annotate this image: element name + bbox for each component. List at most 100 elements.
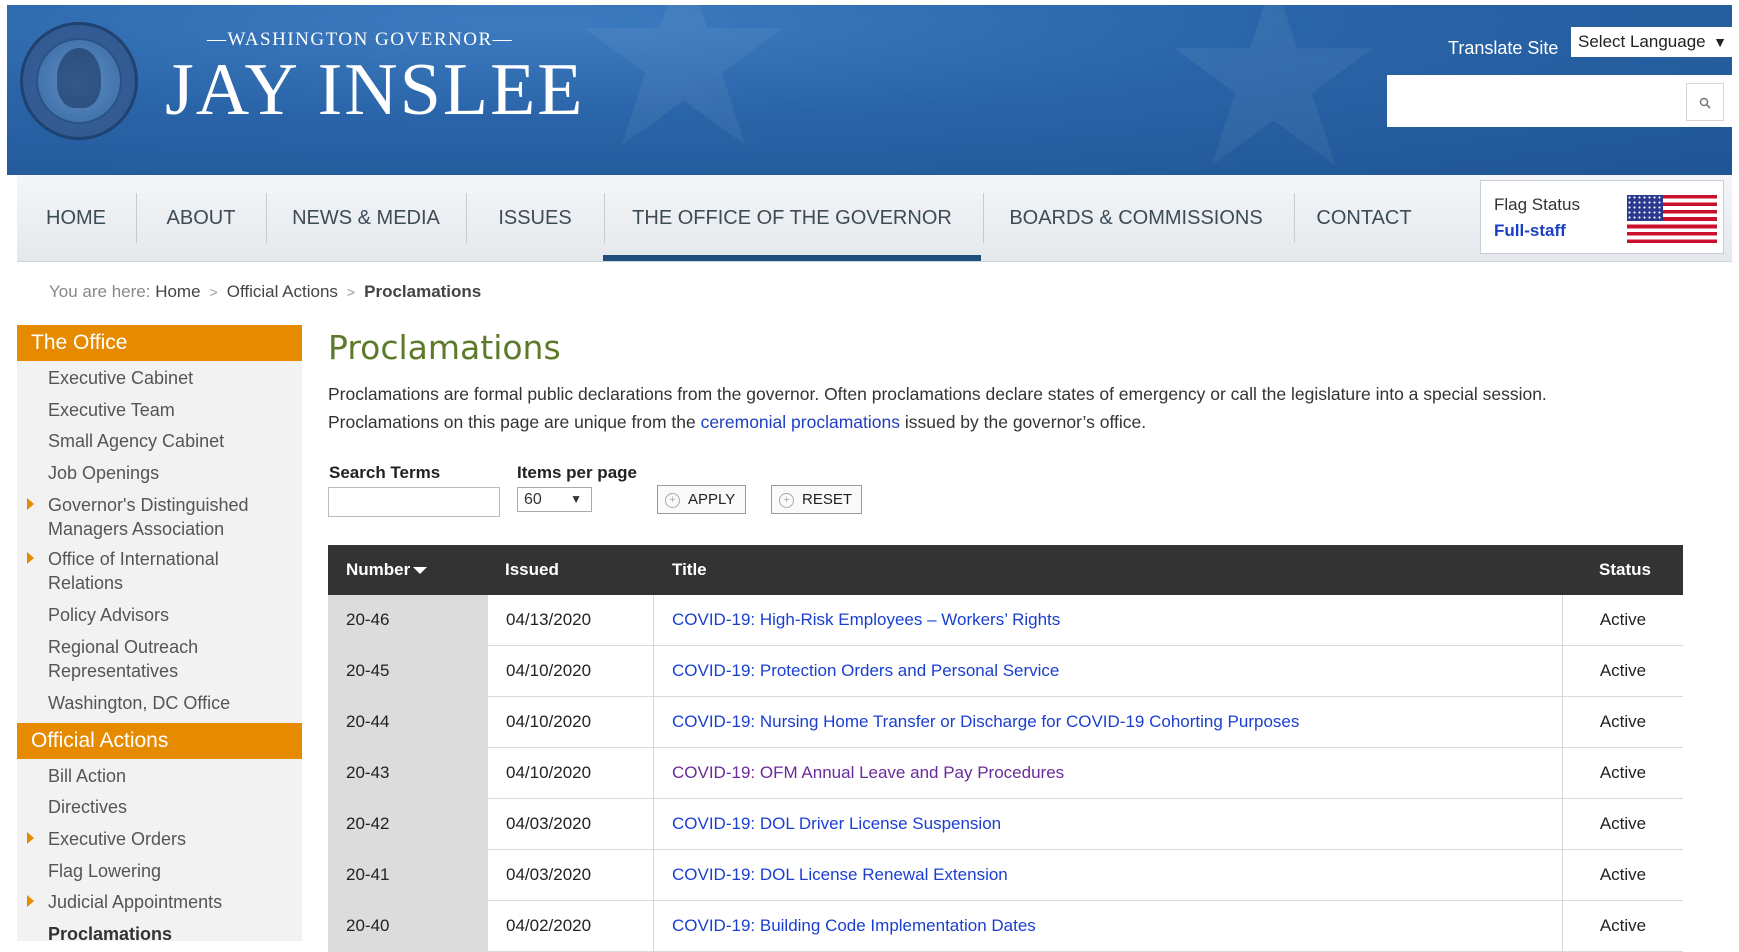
row-number: 20-43: [328, 748, 488, 798]
sidebar-item-governors-distinguished[interactable]: Governor's Distinguished: [48, 493, 249, 517]
row-title-link[interactable]: COVID-19: Building Code Implementation D…: [654, 901, 1563, 951]
nav-about[interactable]: ABOUT: [137, 175, 265, 261]
row-number: 20-45: [328, 646, 488, 696]
nav-office-of-the-governor[interactable]: THE OFFICE OF THE GOVERNOR: [603, 175, 981, 261]
dropdown-arrow-icon: ▼: [570, 492, 582, 506]
row-issued: 04/02/2020: [488, 901, 654, 951]
breadcrumb-official-actions[interactable]: Official Actions: [227, 282, 338, 301]
ceremonial-proclamations-link[interactable]: ceremonial proclamations: [701, 412, 900, 432]
sidebar-heading-official-actions[interactable]: Official Actions: [17, 723, 302, 759]
breadcrumb-separator: >: [209, 284, 218, 300]
sidebar-item-directives[interactable]: Directives: [48, 795, 127, 819]
site-title[interactable]: JAY INSLEE: [165, 53, 584, 127]
row-status: Active: [1599, 610, 1647, 629]
table-header: Number Issued Title Status: [328, 545, 1683, 595]
sidebar-heading-the-office[interactable]: The Office: [17, 325, 302, 361]
sidebar-item-bill-action[interactable]: Bill Action: [48, 764, 126, 788]
sidebar-item-proclamations[interactable]: Proclamations: [48, 922, 172, 946]
row-number: 20-44: [328, 697, 488, 747]
flag-status-value[interactable]: Full-staff: [1494, 221, 1566, 241]
column-header-issued[interactable]: Issued: [505, 545, 559, 595]
table-row: 20-42 04/03/2020 COVID-19: DOL Driver Li…: [328, 799, 1683, 850]
search-button[interactable]: [1686, 83, 1724, 121]
column-header-number[interactable]: Number: [346, 545, 428, 595]
site-header: ★ ★ —WASHINGTON GOVERNOR— JAY INSLEE Tra…: [7, 5, 1732, 175]
row-status: Active: [1599, 712, 1647, 731]
site-subtitle: —WASHINGTON GOVERNOR—: [207, 29, 514, 50]
row-status: Active: [1599, 916, 1647, 935]
sidebar-item-small-agency-cabinet[interactable]: Small Agency Cabinet: [48, 429, 224, 453]
row-title-link[interactable]: COVID-19: High-Risk Employees – Workers’…: [654, 595, 1563, 645]
sidebar-item-executive-orders[interactable]: Executive Orders: [48, 827, 186, 851]
breadcrumb-home[interactable]: Home: [155, 282, 200, 301]
sidebar-item-judicial-appointments[interactable]: Judicial Appointments: [48, 890, 222, 914]
table-row: 20-44 04/10/2020 COVID-19: Nursing Home …: [328, 697, 1683, 748]
intro-line-2: Proclamations on this page are unique fr…: [328, 412, 1147, 432]
row-number: 20-40: [328, 901, 488, 951]
nav-issues[interactable]: ISSUES: [467, 175, 603, 261]
table-row: 20-45 04/10/2020 COVID-19: Protection Or…: [328, 646, 1683, 697]
nav-home[interactable]: HOME: [17, 175, 135, 261]
chevron-right-icon[interactable]: [27, 895, 34, 907]
row-number: 20-41: [328, 850, 488, 900]
sort-desc-icon: [413, 567, 428, 575]
flag-status-label: Flag Status: [1494, 195, 1580, 214]
items-per-page-select[interactable]: 60 ▼: [517, 487, 592, 512]
chevron-right-icon[interactable]: [27, 832, 34, 844]
row-title-link[interactable]: COVID-19: Protection Orders and Personal…: [654, 646, 1563, 696]
flag-status-box[interactable]: Flag Status Full-staff: [1480, 180, 1724, 254]
language-select[interactable]: Select Language ▼: [1571, 27, 1732, 57]
sidebar-item-policy-advisors[interactable]: Policy Advisors: [48, 603, 169, 627]
chevron-right-icon[interactable]: [27, 552, 34, 564]
sidebar-item-managers-association[interactable]: Managers Association: [48, 517, 224, 541]
table-row: 20-41 04/03/2020 COVID-19: DOL License R…: [328, 850, 1683, 901]
column-header-title[interactable]: Title: [672, 545, 707, 595]
breadcrumb-prefix: You are here:: [49, 282, 151, 301]
nav-news-media[interactable]: NEWS & MEDIA: [267, 175, 465, 261]
search-icon: [1699, 97, 1711, 109]
intro-line-1: Proclamations are formal public declarat…: [328, 384, 1547, 404]
table-row: 20-46 04/13/2020 COVID-19: High-Risk Emp…: [328, 595, 1683, 646]
reset-button[interactable]: + RESET: [771, 485, 862, 514]
sidebar-item-office-of-international[interactable]: Office of International: [48, 547, 219, 571]
sidebar-item-executive-team[interactable]: Executive Team: [48, 398, 175, 422]
row-number: 20-46: [328, 595, 488, 645]
intro-text: Proclamations are formal public declarat…: [328, 380, 1718, 436]
sidebar-item-executive-cabinet[interactable]: Executive Cabinet: [48, 366, 193, 390]
items-per-page-label: Items per page: [517, 463, 637, 482]
state-seal-logo[interactable]: [20, 22, 138, 140]
sidebar-item-job-openings[interactable]: Job Openings: [48, 461, 159, 485]
reset-button-label: RESET: [802, 491, 853, 508]
apply-button-label: APPLY: [688, 491, 736, 508]
row-status: Active: [1599, 814, 1647, 833]
sidebar-item-washington-dc-office[interactable]: Washington, DC Office: [48, 691, 230, 715]
row-title-link[interactable]: COVID-19: DOL Driver License Suspension: [654, 799, 1563, 849]
column-header-status[interactable]: Status: [1599, 545, 1651, 595]
table-row: 20-40 04/02/2020 COVID-19: Building Code…: [328, 901, 1683, 952]
row-title-link[interactable]: COVID-19: Nursing Home Transfer or Disch…: [654, 697, 1563, 747]
plus-circle-icon: +: [779, 493, 794, 508]
chevron-right-icon[interactable]: [27, 498, 34, 510]
main-nav: HOME ABOUT NEWS & MEDIA ISSUES THE OFFIC…: [17, 175, 1732, 262]
sidebar-item-flag-lowering[interactable]: Flag Lowering: [48, 859, 161, 883]
apply-button[interactable]: + APPLY: [657, 485, 746, 514]
sidebar-item-relations[interactable]: Relations: [48, 571, 123, 595]
row-title-link[interactable]: COVID-19: OFM Annual Leave and Pay Proce…: [654, 748, 1563, 798]
items-per-page-value: 60: [524, 491, 542, 508]
row-issued: 04/13/2020: [488, 595, 654, 645]
breadcrumb-separator: >: [346, 284, 356, 300]
us-flag-icon: [1627, 195, 1717, 243]
background-star-icon: ★: [1157, 5, 1391, 175]
plus-circle-icon: +: [665, 493, 680, 508]
row-issued: 04/03/2020: [488, 799, 654, 849]
translate-label: Translate Site: [1448, 38, 1559, 58]
breadcrumb-current: Proclamations: [364, 282, 482, 301]
sidebar-item-representatives[interactable]: Representatives: [48, 659, 178, 683]
nav-contact[interactable]: CONTACT: [1295, 175, 1433, 261]
search-terms-input[interactable]: [328, 487, 500, 517]
row-issued: 04/10/2020: [488, 697, 654, 747]
row-title-link[interactable]: COVID-19: DOL License Renewal Extension: [654, 850, 1563, 900]
nav-boards-commissions[interactable]: BOARDS & COMMISSIONS: [984, 175, 1288, 261]
site-search-input[interactable]: [1387, 75, 1732, 127]
sidebar-item-regional-outreach[interactable]: Regional Outreach: [48, 635, 198, 659]
